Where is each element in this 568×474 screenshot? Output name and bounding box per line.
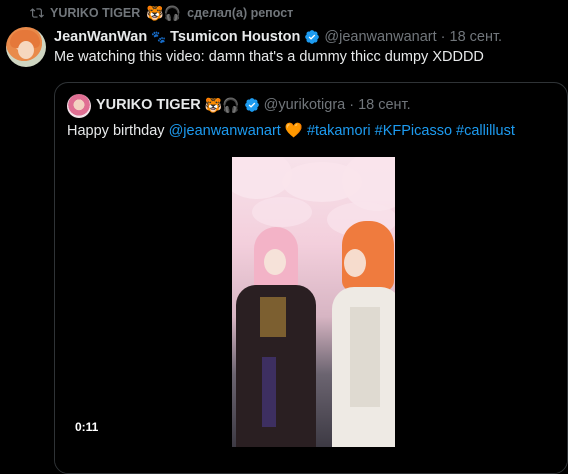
repost-user[interactable]: YURIKO TIGER <box>50 6 140 20</box>
quote-handle[interactable]: @yurikotigra <box>264 97 346 113</box>
quote-date[interactable]: · 18 сент. <box>349 97 410 113</box>
quote-name-emoji: 🐯🎧 <box>204 96 240 113</box>
verified-badge-icon <box>305 30 320 44</box>
repost-suffix: сделал(а) репост <box>187 6 294 20</box>
video-frame[interactable] <box>232 157 395 447</box>
display-name-rest[interactable]: Tsumicon Houston <box>170 29 300 45</box>
mention-link[interactable]: @jeanwanwanart <box>169 123 281 139</box>
video-player[interactable]: 0:11 <box>55 145 567 473</box>
video-timestamp: 0:11 <box>69 418 105 436</box>
repost-icon <box>30 8 44 18</box>
verified-badge-icon <box>244 98 259 112</box>
tweet-date[interactable]: · 18 сент. <box>441 29 502 45</box>
display-name[interactable]: JeanWanWan <box>54 29 147 45</box>
repost-emoji: 🐯🎧 <box>146 4 182 21</box>
avatar[interactable] <box>6 27 46 67</box>
paw-icon: 🐾 <box>151 30 167 44</box>
quoted-tweet[interactable]: YURIKO TIGER 🐯🎧 @yurikotigra · 18 сент. … <box>54 82 568 474</box>
handle[interactable]: @jeanwanwanart <box>324 29 436 45</box>
quote-text-start: Happy birthday <box>67 123 169 139</box>
heart-emoji: 🧡 <box>284 123 303 139</box>
tweet-text: Me watching this video: damn that's a du… <box>54 49 484 65</box>
repost-indicator[interactable]: YURIKO TIGER 🐯🎧 сделал(а) репост <box>30 4 293 22</box>
tweet-header: JeanWanWan 🐾 Tsumicon Houston @jeanwanwa… <box>54 27 502 47</box>
hashtags-links[interactable]: #takamori #KFPicasso #callillust <box>307 123 515 139</box>
quote-display-name[interactable]: YURIKO TIGER <box>96 97 201 113</box>
quote-text: Happy birthday @jeanwanwanart 🧡 #takamor… <box>67 122 515 139</box>
quote-avatar[interactable] <box>67 94 91 118</box>
quote-header: YURIKO TIGER 🐯🎧 @yurikotigra · 18 сент. <box>96 95 411 115</box>
